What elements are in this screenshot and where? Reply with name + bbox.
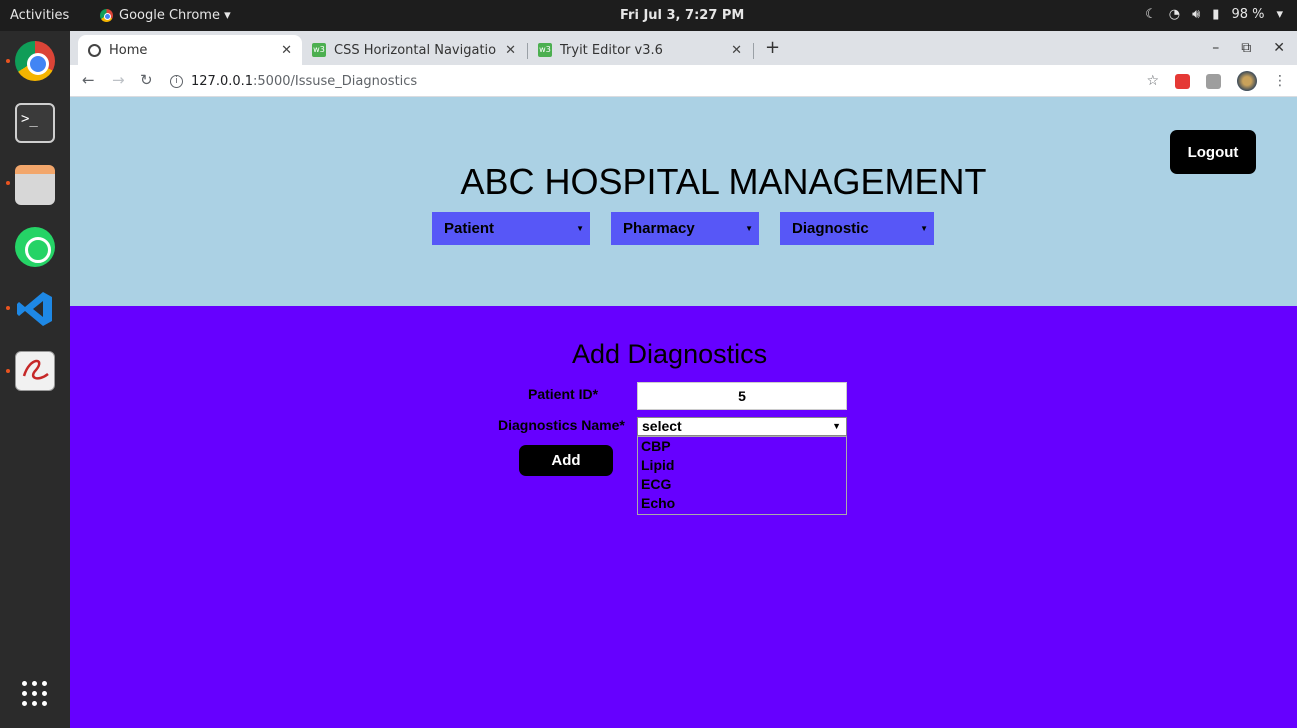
document-viewer-launcher-icon[interactable] [15,351,55,391]
info-icon[interactable]: i [170,74,183,88]
page-viewport: Logout ABC HOSPITAL MANAGEMENT Patient ▼… [70,97,1297,728]
menu-patient[interactable]: Patient ▼ [432,212,590,245]
diagnostics-name-select[interactable]: select ▼ [637,417,847,436]
tab-title: Tryit Editor v3.6 [560,42,663,58]
menu-label: Patient [444,220,495,237]
browser-window: Home ✕ w3 CSS Horizontal Navigatio ✕ w3 … [70,31,1297,728]
launcher-dock: >_ [0,31,70,728]
close-tab-icon[interactable]: ✕ [505,43,516,58]
extension-icon[interactable] [1175,73,1190,89]
chrome-launcher-icon[interactable] [15,41,55,81]
tab-home[interactable]: Home ✕ [78,35,302,65]
bookmark-star-icon[interactable]: ☆ [1146,73,1159,89]
files-launcher-icon[interactable] [15,165,55,205]
site-title: ABC HOSPITAL MANAGEMENT [460,161,987,202]
app-menu[interactable]: Google Chrome ▾ [100,8,231,23]
form-title: Add Diagnostics [572,339,768,369]
menu-diagnostic[interactable]: Diagnostic ▼ [780,212,934,245]
activities-button[interactable]: Activities [10,8,69,23]
patient-id-label: Patient ID* [528,386,599,402]
night-mode-icon: ☾ [1145,7,1157,22]
option-item[interactable]: ECG [641,475,846,494]
running-indicator [6,306,10,310]
site-header: Logout ABC HOSPITAL MANAGEMENT Patient ▼… [70,97,1297,306]
vscode-launcher-icon[interactable] [15,289,55,329]
wifi-icon: ◔ [1168,7,1181,22]
volume-icon: 🔊︎ [1192,7,1201,22]
w3schools-icon: w3 [312,43,326,57]
chrome-icon [100,9,113,22]
back-icon[interactable]: ← [82,71,95,89]
extension-icon[interactable] [1206,73,1221,89]
diagnostics-name-label: Diagnostics Name* [498,417,625,433]
battery-icon: ▮ [1212,7,1220,22]
form-section: Add Diagnostics Patient ID* 5 Diagnostic… [70,306,1297,728]
option-item[interactable]: Echo [641,494,846,513]
window-controls: – ⧉ ✕ [1212,40,1285,56]
running-indicator [6,369,10,373]
option-item[interactable]: Lipid [641,456,846,475]
caret-down-icon: ▼ [920,224,928,233]
menu-pharmacy[interactable]: Pharmacy ▼ [611,212,759,245]
caret-down-icon: ▼ [832,421,841,431]
url-path: :5000/Issuse_Diagnostics [253,73,418,89]
add-button[interactable]: Add [519,445,613,476]
close-tab-icon[interactable]: ✕ [731,43,742,58]
url-host: 127.0.0.1 [191,73,254,89]
system-tray[interactable]: ☾ ◔ 🔊︎ ▮ 98 % ▾ [1145,7,1283,22]
address-bar[interactable]: i 127.0.0.1:5000/Issuse_Diagnostics [170,68,1130,94]
running-indicator [6,181,10,185]
tab-title: CSS Horizontal Navigatio [334,42,497,58]
show-applications-icon[interactable] [22,681,48,707]
menu-label: Pharmacy [623,220,695,237]
menu-kebab-icon[interactable]: ⋮ [1273,73,1287,89]
minimize-icon[interactable]: – [1212,40,1219,56]
caret-down-icon: ▼ [576,224,584,233]
reload-icon[interactable]: ↻ [140,71,153,89]
tab-tryit-editor[interactable]: w3 Tryit Editor v3.6 ✕ [528,35,752,65]
tab-title: Home [109,42,148,58]
globe-icon [88,43,101,57]
close-tab-icon[interactable]: ✕ [281,43,292,58]
forward-icon[interactable]: → [112,71,125,89]
toolbar-actions: ☆ ⋮ [1146,71,1287,91]
close-window-icon[interactable]: ✕ [1273,40,1285,56]
w3schools-icon: w3 [538,43,552,57]
caret-down-icon: ▼ [745,224,753,233]
tab-strip: Home ✕ w3 CSS Horizontal Navigatio ✕ w3 … [70,31,1297,65]
menu-label: Diagnostic [792,220,869,237]
battery-level: 98 % [1231,7,1265,22]
new-tab-icon[interactable]: + [765,37,780,58]
diagnostics-options-list: CBP Lipid ECG Echo [637,436,847,515]
system-top-bar: Activities Google Chrome ▾ Fri Jul 3, 7:… [0,0,1297,31]
select-value: select [642,418,682,434]
chevron-down-icon: ▾ [1276,7,1283,22]
browser-toolbar: ← → ↻ i 127.0.0.1:5000/Issuse_Diagnostic… [70,65,1297,97]
tab-css-navigation[interactable]: w3 CSS Horizontal Navigatio ✕ [302,35,526,65]
whatsapp-launcher-icon[interactable] [15,227,55,267]
restore-icon[interactable]: ⧉ [1241,40,1251,56]
clock[interactable]: Fri Jul 3, 7:27 PM [620,8,744,23]
terminal-launcher-icon[interactable]: >_ [15,103,55,143]
option-item[interactable]: CBP [641,437,846,456]
app-menu-label: Google Chrome ▾ [119,8,231,23]
profile-avatar[interactable] [1237,71,1257,91]
patient-id-input[interactable]: 5 [637,382,847,410]
tab-separator [753,43,754,59]
running-indicator [6,59,10,63]
